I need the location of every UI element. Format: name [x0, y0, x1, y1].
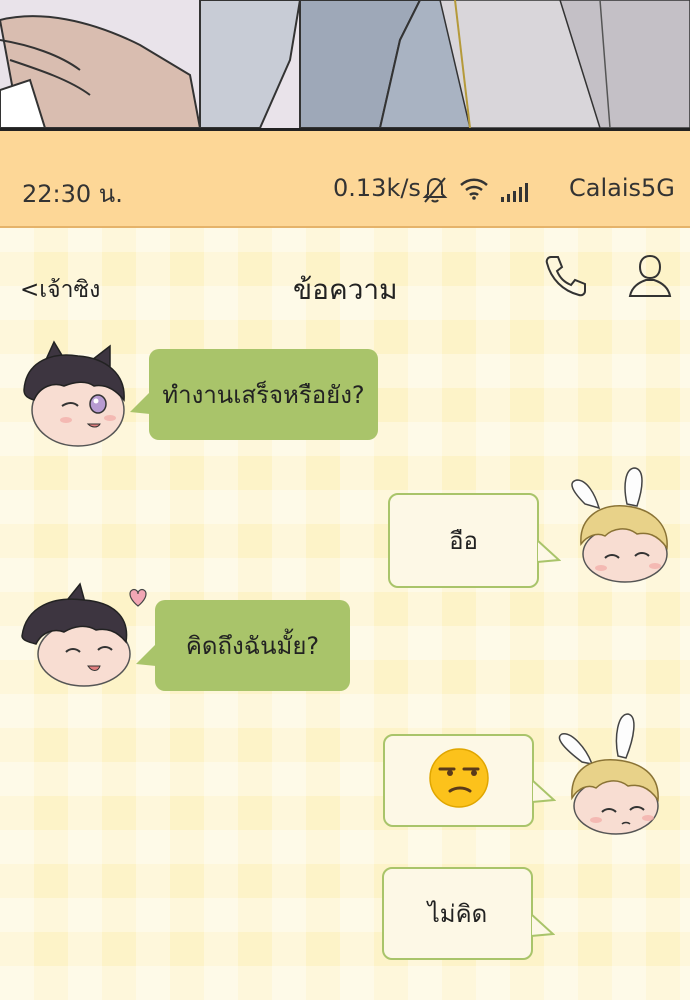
message-text: ทำงานเสร็จหรือยัง?: [162, 381, 365, 409]
status-time: 22:30 น.: [22, 180, 123, 208]
carrier-name: Calais5G: [569, 174, 675, 202]
comic-art-icon: [0, 0, 690, 131]
unamused-face-icon: [428, 747, 490, 815]
profile-icon[interactable]: [626, 252, 674, 304]
network-speed: 0.13k/s: [333, 174, 421, 202]
message-text: ไม่คิด: [427, 900, 488, 928]
phone-icon[interactable]: [543, 253, 589, 303]
status-bar: 22:30 น. 0.13k/s Calais5G: [0, 131, 690, 228]
page-title: ข้อความ: [293, 273, 398, 306]
wifi-icon: [459, 177, 489, 205]
cat-ear-boy-avatar: [14, 340, 132, 452]
bubble-tail: [130, 392, 150, 420]
bunny-ear-boy-avatar: [565, 464, 675, 588]
bunny-ear-boy-avatar: [552, 710, 672, 844]
message-bubble-incoming[interactable]: คิดถึงฉันมั้ย?: [155, 600, 350, 691]
message-bubble-outgoing[interactable]: ไม่คิด: [382, 867, 533, 960]
cat-ear-boy-avatar: [14, 580, 148, 694]
message-bubble-outgoing[interactable]: [383, 734, 534, 827]
message-text: คิดถึงฉันมั้ย?: [185, 632, 320, 660]
mute-bell-icon: [422, 176, 448, 208]
back-button[interactable]: <เจ้าซิง: [20, 272, 100, 308]
bubble-tail: [536, 537, 562, 568]
comic-panel-artwork: [0, 0, 690, 131]
signal-icon: [500, 181, 532, 207]
message-bubble-outgoing[interactable]: อือ: [388, 493, 539, 588]
message-bubble-incoming[interactable]: ทำงานเสร็จหรือยัง?: [149, 349, 378, 440]
message-text: อือ: [449, 527, 478, 555]
bubble-tail: [136, 644, 156, 672]
bubble-tail: [530, 911, 556, 942]
